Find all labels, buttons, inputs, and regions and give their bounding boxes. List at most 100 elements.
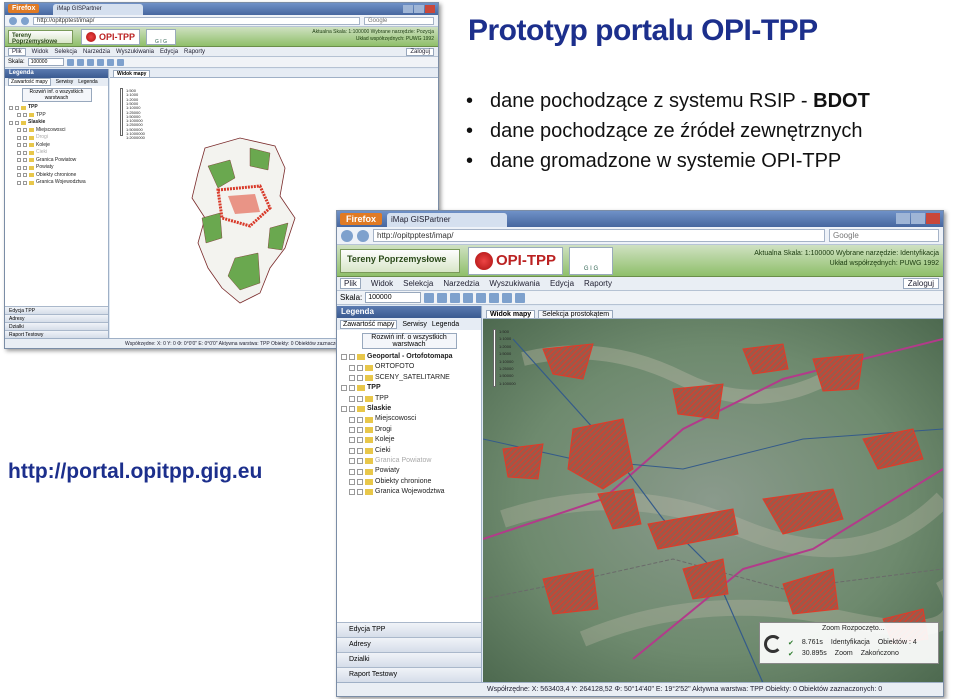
menu-edycja[interactable]: Edycja	[160, 49, 178, 55]
checkbox-icon[interactable]	[23, 165, 27, 170]
checkbox-icon[interactable]	[357, 364, 363, 371]
search-input[interactable]: Google	[829, 229, 939, 242]
tpp-polygon[interactable]	[672, 383, 724, 420]
accordion-edycja[interactable]: Edycja TPP	[337, 622, 481, 637]
expand-icon[interactable]	[349, 395, 355, 402]
map-canvas[interactable]: 1:500 1:1000 1:2000 1:5000 1:10000 1:25000 1:5…	[482, 319, 943, 684]
url-input[interactable]: http://opitpptest/imap/	[33, 16, 360, 25]
minimize-icon[interactable]	[403, 5, 413, 13]
accordion-adresy[interactable]: Adresy	[337, 637, 481, 652]
accordion-edycja[interactable]: Edycja TPP	[5, 306, 108, 314]
measure-icon[interactable]	[106, 58, 114, 66]
browser-tab[interactable]: iMap GISPartner	[387, 213, 507, 227]
checkbox-icon[interactable]	[357, 468, 363, 475]
checkbox-icon[interactable]	[23, 113, 27, 118]
login-button[interactable]: Zaloguj	[406, 48, 434, 56]
menu-narzedzia[interactable]: Narzedzia	[83, 49, 110, 55]
tab-selekcja-prostokatem[interactable]: Selekcja prostokątem	[538, 310, 614, 318]
checkbox-icon[interactable]	[15, 105, 19, 110]
layer-node[interactable]: Obiekty chronione	[341, 477, 481, 487]
checkbox-icon[interactable]	[357, 489, 363, 496]
checkbox-icon[interactable]	[349, 406, 355, 413]
tab-widok-mapy[interactable]: Widok mapy	[486, 310, 536, 318]
checkbox-icon[interactable]	[15, 120, 19, 125]
zoom-level-label[interactable]: 1:2000000	[126, 135, 145, 140]
layer-node[interactable]: TPP	[341, 394, 481, 404]
scale-select[interactable]: 100000	[27, 58, 64, 66]
expand-icon[interactable]	[9, 105, 13, 110]
layer-node[interactable]: Drogi	[9, 134, 108, 142]
layer-node[interactable]: Cieki	[9, 149, 108, 157]
zoom-level-label[interactable]: 1:50000	[499, 373, 513, 378]
checkbox-icon[interactable]	[23, 150, 27, 155]
layer-node[interactable]: ORTOFOTO	[341, 362, 481, 372]
checkbox-icon[interactable]	[349, 385, 355, 392]
expand-icon[interactable]	[349, 437, 355, 444]
identify-icon[interactable]	[463, 292, 474, 303]
back-icon[interactable]	[9, 16, 17, 25]
firefox-menu-button[interactable]: Firefox	[340, 213, 383, 225]
minimize-icon[interactable]	[896, 213, 910, 224]
expand-icon[interactable]	[17, 165, 21, 170]
layer-node[interactable]: Slaskie	[9, 119, 108, 127]
back-icon[interactable]	[341, 229, 353, 242]
context-label[interactable]: Tereny Poprzemysłowe	[340, 248, 460, 273]
accordion-dzialki[interactable]: Dzialki	[337, 652, 481, 667]
tab-zawartosc[interactable]: Zawartość mapy	[8, 78, 51, 86]
checkbox-icon[interactable]	[357, 458, 363, 465]
menu-narzedzia[interactable]: Narzedzia	[443, 279, 479, 288]
expand-icon[interactable]	[341, 385, 347, 392]
context-label[interactable]: Tereny Poprzemysłowe	[8, 29, 73, 45]
menu-wyszukiwania[interactable]: Wyszukiwania	[489, 279, 540, 288]
layer-node[interactable]: TPP	[9, 104, 108, 112]
expand-layers-button[interactable]: Rozwiń inf. o wszystkich warstwach	[361, 333, 457, 349]
checkbox-icon[interactable]	[23, 135, 27, 140]
refresh-icon[interactable]	[515, 292, 526, 303]
menu-widok[interactable]: Widok	[371, 279, 393, 288]
zoom-out-icon[interactable]	[437, 292, 448, 303]
close-icon[interactable]	[926, 213, 940, 224]
checkbox-icon[interactable]	[357, 437, 363, 444]
expand-icon[interactable]	[349, 416, 355, 423]
menu-raporty[interactable]: Raporty	[184, 49, 205, 55]
zoom-level-label[interactable]: 1:25000	[499, 366, 513, 371]
layer-node[interactable]: Granica Wojewodztwa	[341, 487, 481, 497]
zoom-slider-track[interactable]	[493, 329, 496, 387]
tpp-polygon[interactable]	[502, 443, 544, 480]
portal-url[interactable]: http://portal.opitpp.gig.eu	[8, 460, 262, 484]
layer-node[interactable]: Koleje	[341, 435, 481, 445]
forward-icon[interactable]	[21, 16, 29, 25]
expand-icon[interactable]	[17, 135, 21, 140]
checkbox-icon[interactable]	[23, 158, 27, 163]
expand-icon[interactable]	[17, 150, 21, 155]
expand-icon[interactable]	[17, 128, 21, 133]
expand-icon[interactable]	[341, 406, 347, 413]
checkbox-icon[interactable]	[357, 375, 363, 382]
accordion-adresy[interactable]: Adresy	[5, 314, 108, 322]
firefox-menu-button[interactable]: Firefox	[8, 4, 40, 13]
url-input[interactable]: http://opitpptest/imap/	[373, 229, 825, 242]
expand-layers-button[interactable]: Rozwiń inf. o wszystkich warstwach	[21, 88, 92, 102]
zoom-in-icon[interactable]	[424, 292, 435, 303]
expand-icon[interactable]	[9, 120, 13, 125]
measure-icon[interactable]	[476, 292, 487, 303]
checkbox-icon[interactable]	[23, 128, 27, 133]
accordion-dzialki[interactable]: Dzialki	[5, 322, 108, 330]
zoom-slider-track[interactable]	[120, 88, 123, 136]
expand-icon[interactable]	[341, 354, 347, 361]
forward-icon[interactable]	[357, 229, 369, 242]
menu-selekcja[interactable]: Selekcja	[54, 49, 77, 55]
expand-icon[interactable]	[349, 489, 355, 496]
pan-icon[interactable]	[86, 58, 94, 66]
tab-widok-mapy[interactable]: Widok mapy	[113, 70, 151, 77]
tab-serwisy[interactable]: Serwisy	[56, 79, 74, 85]
identify-icon[interactable]	[96, 58, 104, 66]
zoom-out-icon[interactable]	[76, 58, 84, 66]
expand-icon[interactable]	[349, 364, 355, 371]
layer-node[interactable]: TPP	[9, 112, 108, 120]
expand-icon[interactable]	[17, 143, 21, 148]
menu-edycja[interactable]: Edycja	[550, 279, 574, 288]
expand-icon[interactable]	[17, 180, 21, 185]
expand-icon[interactable]	[17, 113, 21, 118]
zoom-level-label[interactable]: 1:500	[499, 329, 509, 334]
